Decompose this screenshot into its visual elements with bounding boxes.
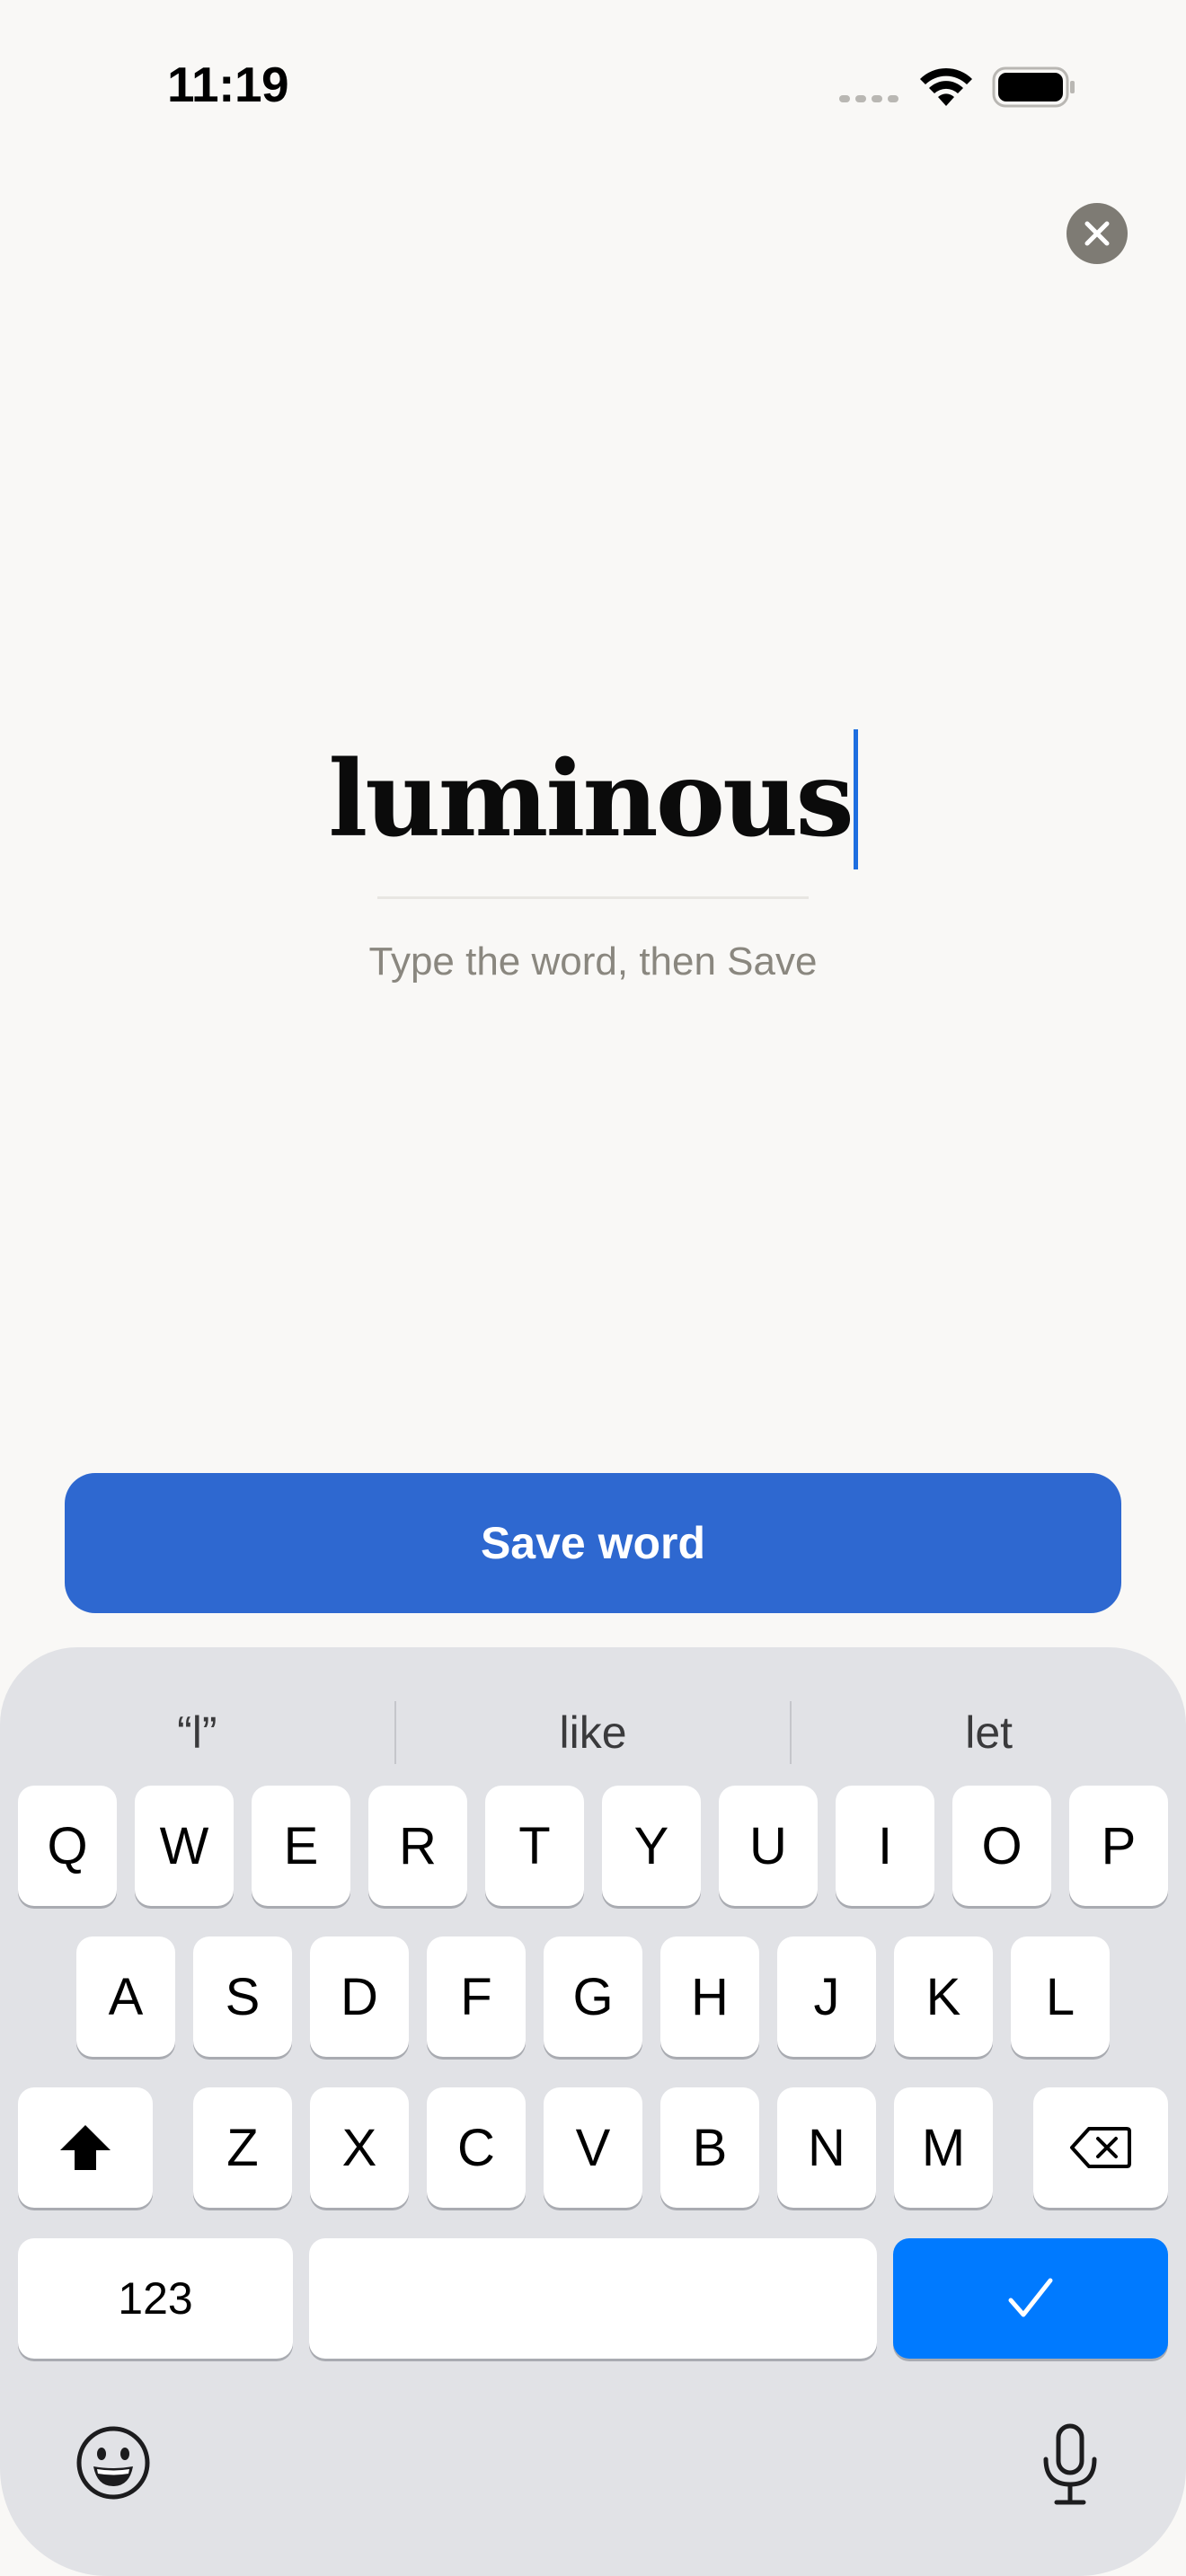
key-f[interactable]: F — [427, 1936, 526, 2057]
key-t[interactable]: T — [485, 1786, 584, 1906]
key-h[interactable]: H — [660, 1936, 759, 2057]
word-input-text: luminous — [328, 738, 854, 860]
numbers-key[interactable]: 123 — [18, 2238, 293, 2359]
close-button[interactable] — [1067, 203, 1128, 264]
close-icon — [1084, 221, 1110, 246]
key-z[interactable]: Z — [193, 2087, 292, 2208]
suggestion-item[interactable]: “l” — [0, 1707, 394, 1759]
checkmark-icon — [1008, 2278, 1053, 2317]
suggestion-item[interactable]: like — [396, 1707, 791, 1759]
key-q[interactable]: Q — [18, 1786, 117, 1906]
key-l[interactable]: L — [1011, 1936, 1110, 2057]
key-p[interactable]: P — [1069, 1786, 1168, 1906]
key-v[interactable]: V — [544, 2087, 642, 2208]
key-i[interactable]: I — [836, 1786, 934, 1906]
space-key[interactable] — [309, 2238, 877, 2359]
key-n[interactable]: N — [777, 2087, 876, 2208]
delete-icon — [1070, 2127, 1131, 2168]
battery-icon — [992, 66, 1075, 108]
key-x[interactable]: X — [310, 2087, 409, 2208]
save-word-button[interactable]: Save word — [65, 1473, 1121, 1613]
text-caret — [853, 729, 858, 869]
key-u[interactable]: U — [719, 1786, 818, 1906]
suggestion-bar: “l” like let — [0, 1683, 1186, 1782]
key-a[interactable]: A — [76, 1936, 175, 2057]
key-d[interactable]: D — [310, 1936, 409, 2057]
hint-text: Type the word, then Save — [368, 940, 818, 984]
status-time: 11:19 — [167, 57, 289, 112]
key-e[interactable]: E — [252, 1786, 350, 1906]
key-s[interactable]: S — [193, 1936, 292, 2057]
word-input[interactable]: luminous — [0, 719, 1186, 880]
key-c[interactable]: C — [427, 2087, 526, 2208]
key-r[interactable]: R — [368, 1786, 467, 1906]
delete-key[interactable] — [1033, 2087, 1168, 2208]
key-k[interactable]: K — [894, 1936, 993, 2057]
shift-key[interactable] — [18, 2087, 153, 2208]
shift-icon — [60, 2125, 111, 2170]
done-key[interactable] — [893, 2238, 1168, 2359]
key-g[interactable]: G — [544, 1936, 642, 2057]
microphone-icon[interactable] — [1040, 2423, 1100, 2506]
key-b[interactable]: B — [660, 2087, 759, 2208]
add-word-screen: 11:19 luminous Type the word, then Save … — [0, 0, 1186, 2576]
suggestion-item[interactable]: let — [792, 1707, 1186, 1759]
word-input-underline — [377, 896, 809, 899]
key-y[interactable]: Y — [602, 1786, 701, 1906]
wifi-icon — [920, 67, 972, 106]
signal-icon — [839, 95, 898, 102]
key-j[interactable]: J — [777, 1936, 876, 2057]
emoji-icon[interactable] — [75, 2425, 151, 2501]
key-w[interactable]: W — [135, 1786, 234, 1906]
key-m[interactable]: M — [894, 2087, 993, 2208]
key-o[interactable]: O — [952, 1786, 1051, 1906]
